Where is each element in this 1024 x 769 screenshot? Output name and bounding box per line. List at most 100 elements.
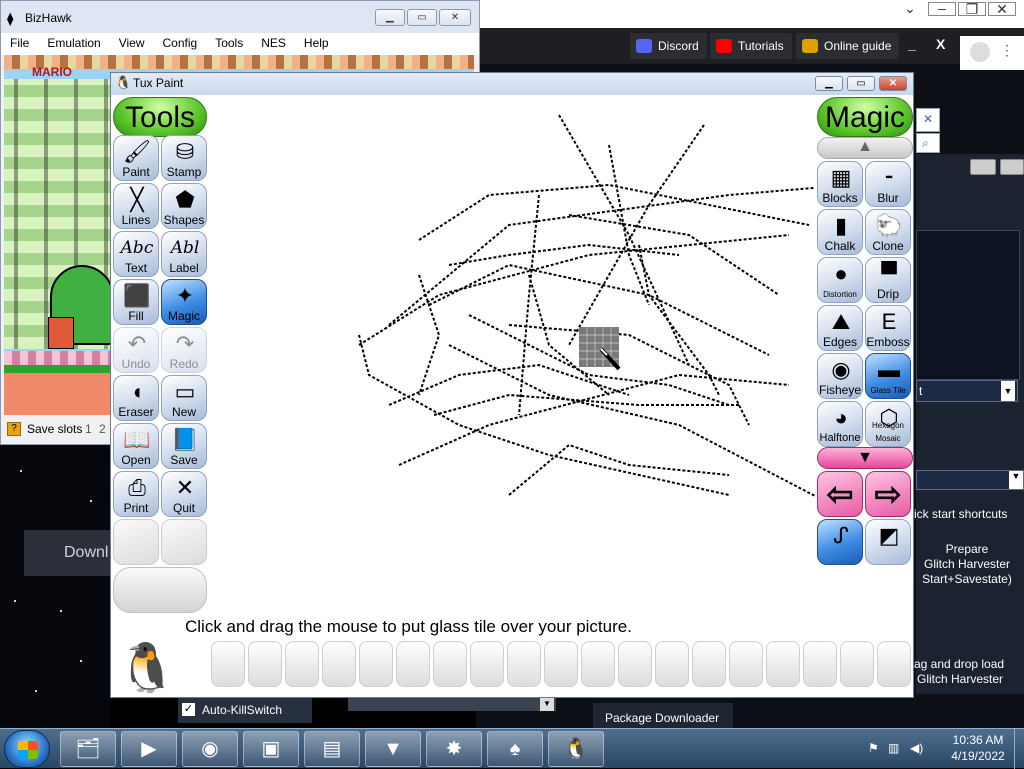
tool-lines-button[interactable]: ╳ Lines [113,183,159,229]
tool-quit-button[interactable]: ✕ Quit [161,471,207,517]
magic-scroll-up-button[interactable]: ▲ [817,137,913,159]
color-swatch[interactable] [877,641,911,687]
tool-shapes-button[interactable]: ⬟ Shapes [161,183,207,229]
download-button[interactable]: Downl [24,530,112,576]
color-swatch[interactable] [766,641,800,687]
control-panel-icon[interactable]: ▤ [304,731,360,767]
magic-chalk-button[interactable]: ▮ Chalk [817,209,863,255]
auto-killswitch-checkbox[interactable]: ✓ Auto-KillSwitch [178,697,312,723]
magic-emboss-button[interactable]: E Emboss [865,305,911,351]
prepare-button[interactable]: Prepare Glitch Harvester Start+Savestate… [912,542,1022,587]
search-icon[interactable]: ⌕ [916,133,940,153]
drawing-canvas[interactable] [209,95,910,567]
maximize-button[interactable]: ▭ [407,9,437,26]
show-desktop-button[interactable] [1014,729,1024,769]
menu-view[interactable]: View [110,33,154,53]
next-arrow-button[interactable]: ⇨ [865,471,911,517]
network-icon[interactable]: ▥ [888,741,899,755]
close-button[interactable]: ✕ [879,76,907,91]
close-button[interactable]: ✕ [439,9,471,26]
color-swatch[interactable] [396,641,430,687]
color-swatch[interactable] [322,641,356,687]
tool-undo-button[interactable]: ↶ Undo [113,327,159,373]
tool-eraser-button[interactable]: ◖ Eraser [113,375,159,421]
color-swatch[interactable] [803,641,837,687]
color-swatch[interactable] [248,641,282,687]
panel-minimize-button[interactable] [970,159,996,175]
prev-arrow-button[interactable]: ⇦ [817,471,863,517]
magic-distortion-button[interactable]: ● Distortion [817,257,863,303]
restore-button[interactable]: ❐ [958,2,986,16]
color-swatch[interactable] [285,641,319,687]
avatar[interactable] [970,42,990,62]
background-select[interactable]: t ▼ [916,380,1018,402]
app-icon[interactable]: ▣ [243,731,299,767]
spy-icon[interactable]: ♠ [487,731,543,767]
tool-fill-button[interactable]: ⬛ Fill [113,279,159,325]
color-swatch[interactable] [507,641,541,687]
background-select-3[interactable]: ▼ [348,697,556,711]
media-player-icon[interactable]: ▶ [121,731,177,767]
magic-blur-button[interactable]: ⁃ Blur [865,161,911,207]
color-swatch[interactable] [544,641,578,687]
explorer-icon[interactable]: 🗂 [60,731,116,767]
magic-hexagon-mosaic-button[interactable]: ⬡ Hexagon Mosaic [865,401,911,447]
tool-stamp-button[interactable]: ⛁ Stamp [161,135,207,181]
panel-restore-button[interactable] [1000,159,1024,175]
tool-magic-button[interactable]: ✦ Magic [161,279,207,325]
magic-blocks-button[interactable]: ▦ Blocks [817,161,863,207]
tool-redo-button[interactable]: ↷ Redo [161,327,207,373]
close-button[interactable]: ✕ [988,2,1016,16]
color-swatch[interactable] [729,641,763,687]
magic-fisheye-button[interactable]: ◉ Fisheye [817,353,863,399]
save-slot-2[interactable]: 2 [99,417,106,441]
magic-scroll-down-button[interactable]: ▼ [817,447,913,469]
start-button[interactable] [4,730,50,768]
tool-new-button[interactable]: ▭ New [161,375,207,421]
magic-mode-fullscreen-button[interactable]: ◩ [865,519,911,565]
help-icon[interactable]: ? [7,422,21,436]
volume-icon[interactable]: ◀) [910,741,923,755]
glitch-icon[interactable]: ✸ [426,731,482,767]
menu-nes[interactable]: NES [252,33,295,53]
magic-halftone-button[interactable]: ◕ Halftone [817,401,863,447]
minimize-button[interactable]: – [928,1,956,16]
discord-button[interactable]: Discord [630,33,707,59]
clock-date[interactable]: 4/19/2022 [950,749,1006,763]
menu-tools[interactable]: Tools [206,33,252,53]
color-swatch[interactable] [655,641,689,687]
magic-drip-button[interactable]: ▀ Drip [865,257,911,303]
magic-edges-button[interactable]: ⛰ Edges [817,305,863,351]
tool-save-button[interactable]: 📘 Save [161,423,207,469]
vanguard-icon[interactable]: ▼ [365,731,421,767]
tool-text-button[interactable]: Abc Text [113,231,159,277]
magic-clone-button[interactable]: 🐑 Clone [865,209,911,255]
tool-open-button[interactable]: 📖 Open [113,423,159,469]
color-swatch[interactable] [359,641,393,687]
more-icon[interactable]: ⋮ [1000,42,1014,59]
color-swatch[interactable] [581,641,615,687]
chevron-down-icon[interactable]: ▼ [540,697,554,711]
tool-label-button[interactable]: Abl Label [161,231,207,277]
chevron-down-icon[interactable]: ▼ [1009,471,1023,489]
tool-paint-button[interactable]: 🖌 Paint [113,135,159,181]
menu-config[interactable]: Config [154,33,207,53]
online-guide-button[interactable]: Online guide [796,33,900,59]
magic-glass-tile-button[interactable]: ▬ Glass Tile [865,353,911,399]
drag-drop-area[interactable]: ag and drop load Glitch Harvester [914,657,1004,687]
color-swatch[interactable] [470,641,504,687]
chevron-down-icon[interactable]: ⌄ [896,0,924,18]
close-icon[interactable]: ✕ [916,108,940,132]
tutorials-button[interactable]: Tutorials [710,33,792,59]
color-swatch[interactable] [211,641,245,687]
menu-emulation[interactable]: Emulation [38,33,109,53]
menu-help[interactable]: Help [295,33,338,53]
navbar-minimize-button[interactable]: _ [908,36,916,52]
minimize-button[interactable]: ▁ [375,9,405,26]
save-slot-1[interactable]: 1 [85,417,92,441]
color-swatch[interactable] [618,641,652,687]
color-swatch[interactable] [840,641,874,687]
clock-time[interactable]: 10:36 AM [950,733,1006,747]
menu-file[interactable]: File [1,33,38,53]
maximize-button[interactable]: ▭ [847,76,875,91]
